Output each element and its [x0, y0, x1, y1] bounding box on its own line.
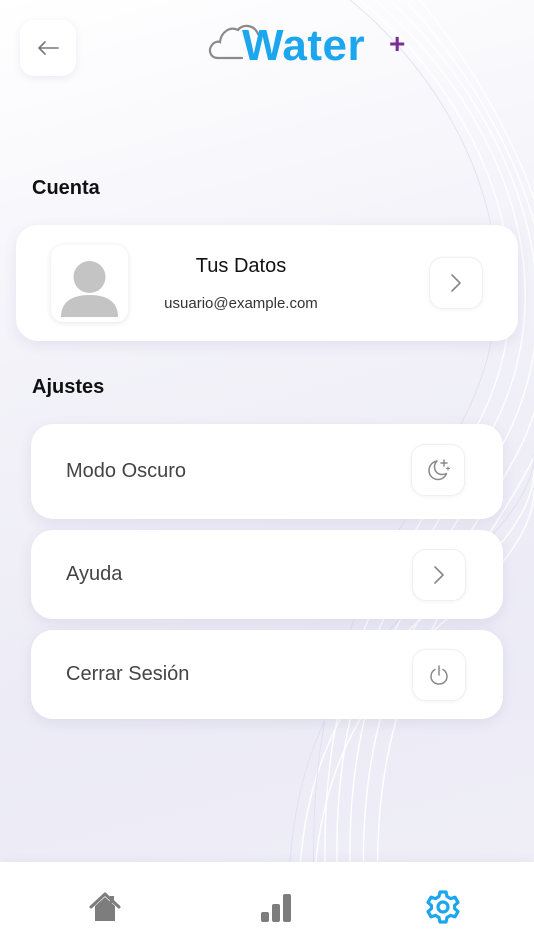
- account-section-title: Cuenta: [32, 177, 100, 199]
- moon-stars-icon: [428, 459, 451, 481]
- bar-chart-icon: [261, 894, 291, 922]
- logout-label: Cerrar Sesión: [66, 663, 190, 685]
- chevron-right-icon: [434, 566, 444, 584]
- power-icon: [430, 665, 448, 685]
- home-icon: [89, 892, 121, 921]
- tab-stats[interactable]: [246, 882, 306, 932]
- gear-icon: [426, 890, 460, 924]
- bottom-tab-bar: [0, 862, 534, 950]
- dark-mode-toggle[interactable]: [411, 444, 465, 496]
- settings-section-title: Ajustes: [32, 376, 105, 398]
- tab-settings[interactable]: [413, 882, 473, 932]
- dark-mode-item[interactable]: Modo Oscuro: [31, 424, 503, 519]
- help-label: Ayuda: [66, 563, 123, 585]
- arrow-left-icon: [38, 41, 59, 55]
- tab-home[interactable]: [75, 882, 135, 932]
- profile-chevron-button[interactable]: [429, 257, 483, 309]
- help-item[interactable]: Ayuda: [31, 530, 503, 619]
- back-button[interactable]: [20, 20, 76, 76]
- logo-plus: +: [389, 28, 406, 59]
- chevron-right-icon: [451, 274, 461, 292]
- help-chevron-button[interactable]: [412, 549, 466, 601]
- logo-text: Water: [242, 21, 366, 70]
- profile-email: usuario@example.com: [164, 295, 318, 312]
- profile-name: Tus Datos: [195, 255, 287, 277]
- dark-mode-label: Modo Oscuro: [66, 460, 187, 482]
- app-logo: Water +: [208, 18, 418, 78]
- logout-button[interactable]: [412, 649, 466, 701]
- logout-item[interactable]: Cerrar Sesión: [31, 630, 503, 719]
- profile-card[interactable]: Tus Datos usuario@example.com: [16, 225, 518, 341]
